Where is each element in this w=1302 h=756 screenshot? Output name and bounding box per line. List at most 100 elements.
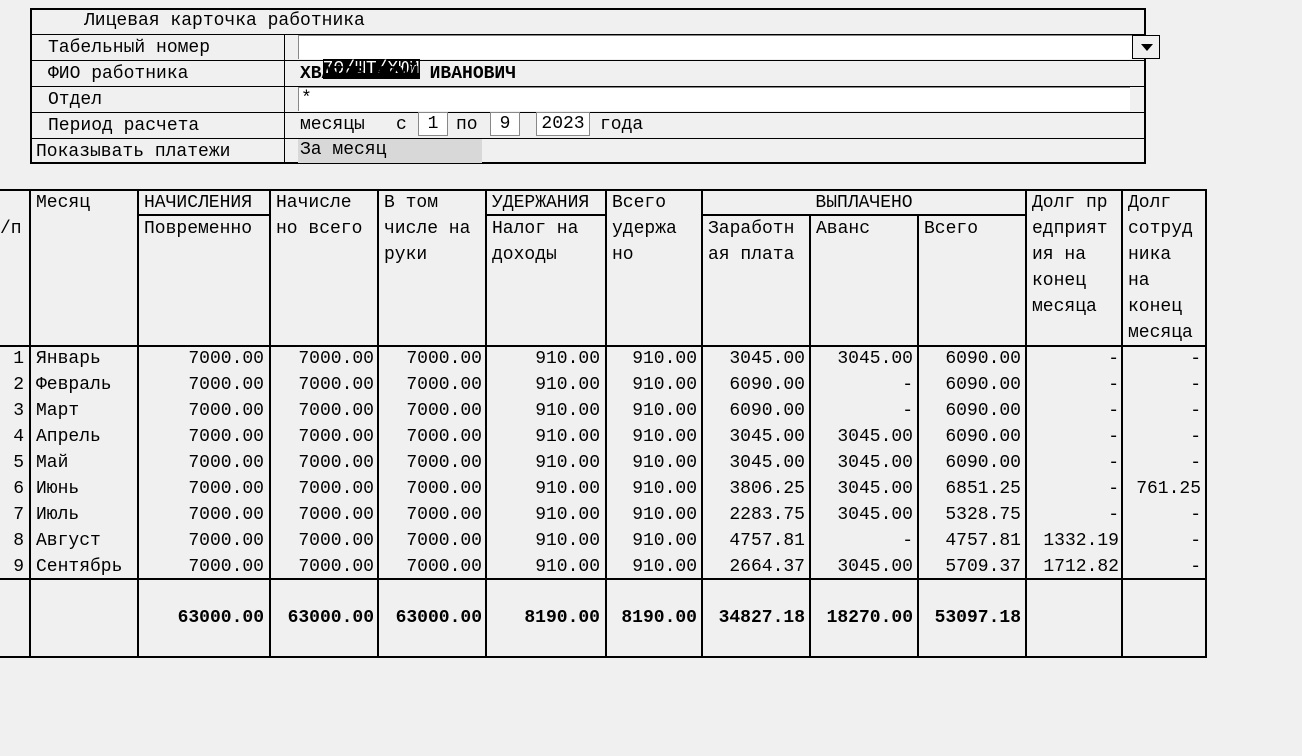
cell-debt-emp[interactable]: - — [1123, 424, 1201, 450]
cell-advance[interactable]: - — [811, 398, 913, 424]
cell-hand[interactable]: 7000.00 — [379, 372, 482, 398]
cell-salary[interactable]: 6090.00 — [703, 372, 805, 398]
cell-accr-time[interactable]: 7000.00 — [139, 372, 264, 398]
cell-accr-time[interactable]: 7000.00 — [139, 346, 264, 372]
cell-paid-total[interactable]: 6090.00 — [919, 372, 1021, 398]
cell-tax[interactable]: 910.00 — [487, 372, 600, 398]
cell-paid-total[interactable]: 6090.00 — [919, 450, 1021, 476]
cell-salary[interactable]: 4757.81 — [703, 528, 805, 554]
cell-debt-ent[interactable]: - — [1027, 398, 1119, 424]
cell-accr-time[interactable]: 7000.00 — [139, 398, 264, 424]
cell-accr-total[interactable]: 7000.00 — [271, 372, 374, 398]
cell-paid-total[interactable]: 6090.00 — [919, 424, 1021, 450]
cell-month[interactable]: Август — [36, 528, 136, 554]
cell-accr-total[interactable]: 7000.00 — [271, 528, 374, 554]
cell-debt-ent[interactable]: - — [1027, 346, 1119, 372]
cell-advance[interactable]: 3045.00 — [811, 502, 913, 528]
cell-ded-total[interactable]: 910.00 — [607, 346, 697, 372]
cell-salary[interactable]: 6090.00 — [703, 398, 805, 424]
cell-month[interactable]: Сентябрь — [36, 554, 136, 580]
cell-num[interactable]: 4 — [0, 424, 24, 450]
cell-ded-total[interactable]: 910.00 — [607, 476, 697, 502]
cell-num[interactable]: 9 — [0, 554, 24, 580]
cell-accr-total[interactable]: 7000.00 — [271, 424, 374, 450]
cell-hand[interactable]: 7000.00 — [379, 346, 482, 372]
cell-num[interactable]: 2 — [0, 372, 24, 398]
cell-debt-ent[interactable]: - — [1027, 476, 1119, 502]
cell-debt-emp[interactable]: - — [1123, 372, 1201, 398]
cell-hand[interactable]: 7000.00 — [379, 554, 482, 580]
cell-advance[interactable]: 3045.00 — [811, 554, 913, 580]
cell-accr-total[interactable]: 7000.00 — [271, 398, 374, 424]
cell-paid-total[interactable]: 5709.37 — [919, 554, 1021, 580]
cell-accr-total[interactable]: 7000.00 — [271, 502, 374, 528]
cell-salary[interactable]: 3045.00 — [703, 450, 805, 476]
cell-ded-total[interactable]: 910.00 — [607, 372, 697, 398]
cell-month[interactable]: Январь — [36, 346, 136, 372]
cell-hand[interactable]: 7000.00 — [379, 476, 482, 502]
cell-advance[interactable]: 3045.00 — [811, 424, 913, 450]
cell-ded-total[interactable]: 910.00 — [607, 424, 697, 450]
cell-debt-emp[interactable]: - — [1123, 502, 1201, 528]
cell-advance[interactable]: 3045.00 — [811, 450, 913, 476]
cell-tax[interactable]: 910.00 — [487, 450, 600, 476]
cell-debt-emp[interactable]: - — [1123, 398, 1201, 424]
cell-advance[interactable]: 3045.00 — [811, 346, 913, 372]
cell-ded-total[interactable]: 910.00 — [607, 450, 697, 476]
cell-tax[interactable]: 910.00 — [487, 476, 600, 502]
cell-debt-ent[interactable]: - — [1027, 372, 1119, 398]
cell-advance[interactable]: - — [811, 372, 913, 398]
cell-month[interactable]: Февраль — [36, 372, 136, 398]
cell-num[interactable]: 1 — [0, 346, 24, 372]
cell-salary[interactable]: 3806.25 — [703, 476, 805, 502]
cell-ded-total[interactable]: 910.00 — [607, 398, 697, 424]
cell-hand[interactable]: 7000.00 — [379, 398, 482, 424]
cell-tax[interactable]: 910.00 — [487, 554, 600, 580]
cell-tax[interactable]: 910.00 — [487, 424, 600, 450]
cell-num[interactable]: 5 — [0, 450, 24, 476]
cell-paid-total[interactable]: 6851.25 — [919, 476, 1021, 502]
cell-tax[interactable]: 910.00 — [487, 346, 600, 372]
cell-month[interactable]: Май — [36, 450, 136, 476]
cell-accr-time[interactable]: 7000.00 — [139, 476, 264, 502]
cell-accr-total[interactable]: 7000.00 — [271, 554, 374, 580]
cell-month[interactable]: Июнь — [36, 476, 136, 502]
cell-accr-total[interactable]: 7000.00 — [271, 450, 374, 476]
cell-debt-emp[interactable]: 761.25 — [1123, 476, 1201, 502]
cell-num[interactable]: 3 — [0, 398, 24, 424]
cell-paid-total[interactable]: 6090.00 — [919, 346, 1021, 372]
cell-paid-total[interactable]: 5328.75 — [919, 502, 1021, 528]
cell-ded-total[interactable]: 910.00 — [607, 554, 697, 580]
cell-salary[interactable]: 3045.00 — [703, 424, 805, 450]
cell-ded-total[interactable]: 910.00 — [607, 528, 697, 554]
cell-debt-ent[interactable]: 1712.82 — [1027, 554, 1119, 580]
cell-debt-ent[interactable]: - — [1027, 450, 1119, 476]
cell-accr-total[interactable]: 7000.00 — [271, 346, 374, 372]
cell-accr-total[interactable]: 7000.00 — [271, 476, 374, 502]
cell-tax[interactable]: 910.00 — [487, 528, 600, 554]
cell-num[interactable]: 7 — [0, 502, 24, 528]
cell-hand[interactable]: 7000.00 — [379, 528, 482, 554]
cell-accr-time[interactable]: 7000.00 — [139, 528, 264, 554]
cell-ded-total[interactable]: 910.00 — [607, 502, 697, 528]
cell-hand[interactable]: 7000.00 — [379, 502, 482, 528]
cell-tax[interactable]: 910.00 — [487, 398, 600, 424]
cell-debt-ent[interactable]: 1332.19 — [1027, 528, 1119, 554]
cell-accr-time[interactable]: 7000.00 — [139, 424, 264, 450]
cell-debt-ent[interactable]: - — [1027, 502, 1119, 528]
cell-num[interactable]: 8 — [0, 528, 24, 554]
cell-debt-emp[interactable]: - — [1123, 528, 1201, 554]
cell-paid-total[interactable]: 6090.00 — [919, 398, 1021, 424]
cell-debt-ent[interactable]: - — [1027, 424, 1119, 450]
cell-month[interactable]: Апрель — [36, 424, 136, 450]
cell-advance[interactable]: 3045.00 — [811, 476, 913, 502]
cell-advance[interactable]: - — [811, 528, 913, 554]
cell-hand[interactable]: 7000.00 — [379, 424, 482, 450]
cell-accr-time[interactable]: 7000.00 — [139, 502, 264, 528]
cell-tax[interactable]: 910.00 — [487, 502, 600, 528]
cell-accr-time[interactable]: 7000.00 — [139, 450, 264, 476]
cell-paid-total[interactable]: 4757.81 — [919, 528, 1021, 554]
cell-salary[interactable]: 2664.37 — [703, 554, 805, 580]
cell-month[interactable]: Март — [36, 398, 136, 424]
cell-debt-emp[interactable]: - — [1123, 554, 1201, 580]
